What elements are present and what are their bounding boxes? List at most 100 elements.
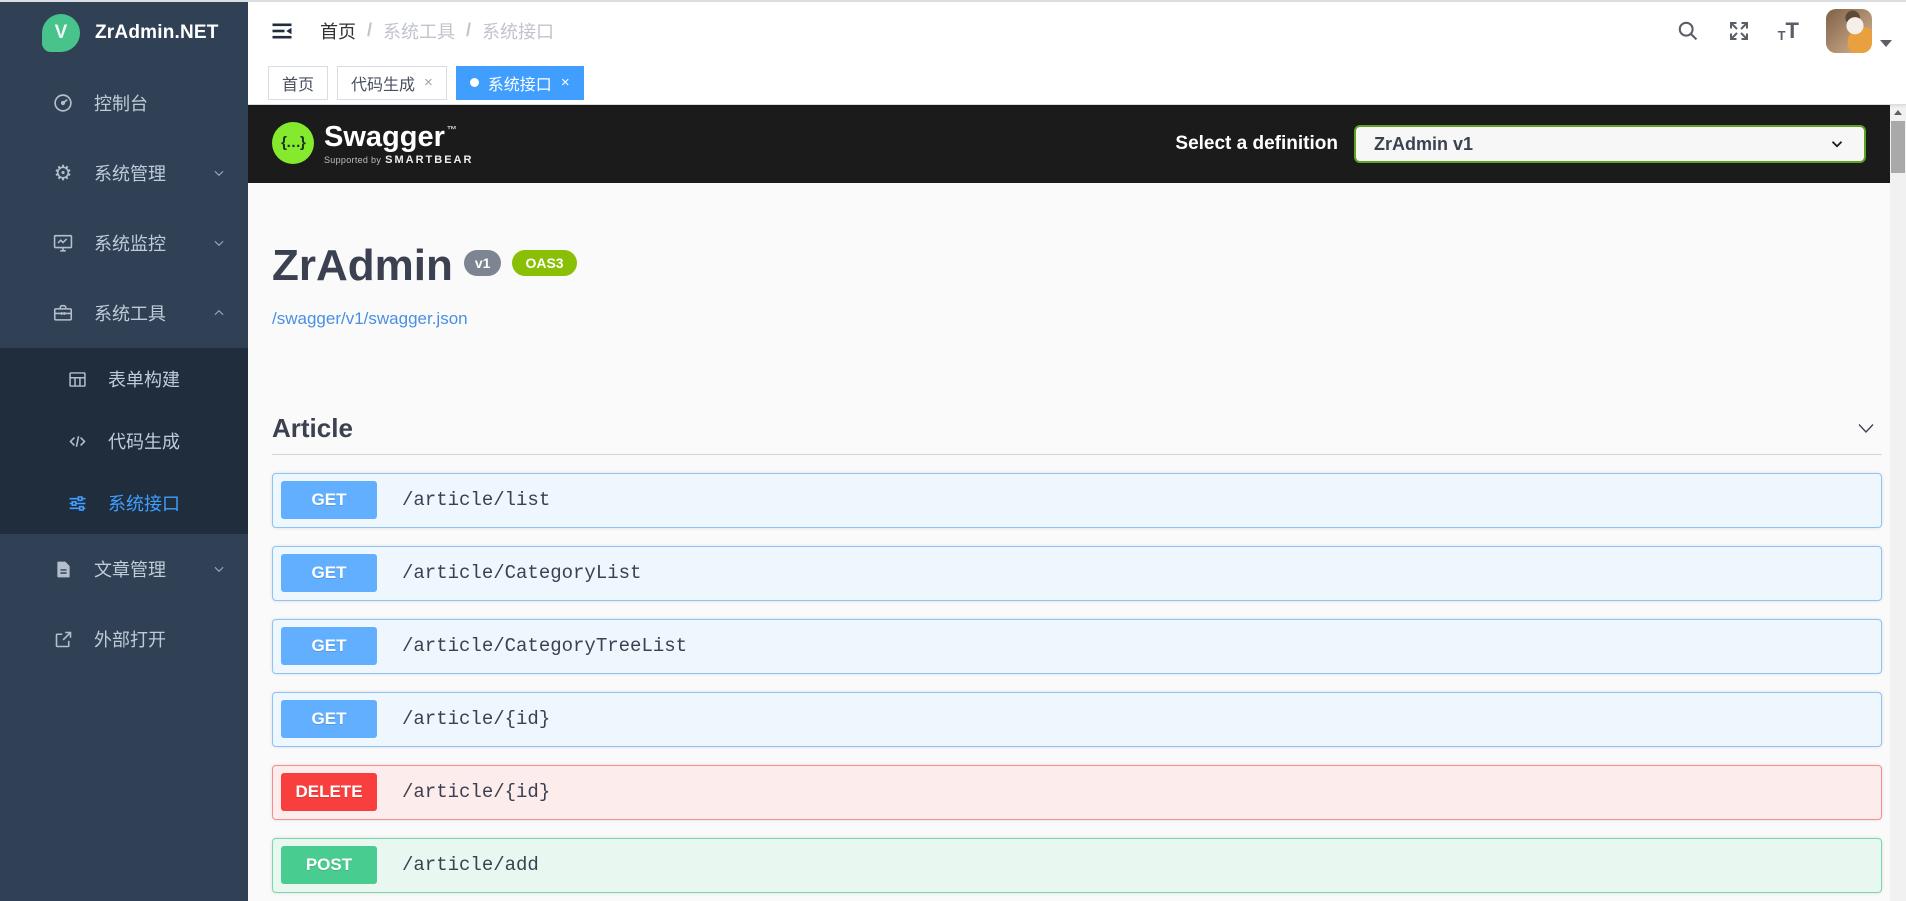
table-grid-icon bbox=[64, 369, 90, 390]
sidebar-item-label: 表单构建 bbox=[108, 370, 180, 390]
scrollbar-thumb[interactable] bbox=[1891, 121, 1905, 173]
app-logo: V ZrAdmin.NET bbox=[0, 0, 248, 66]
main-area: 首页 / 系统工具 / 系统接口 TT 首页 代码生成 × 系统接口 × {…}… bbox=[248, 0, 1906, 901]
user-menu[interactable] bbox=[1826, 8, 1892, 53]
font-size-icon[interactable]: TT bbox=[1778, 19, 1799, 42]
method-badge: GET bbox=[281, 481, 377, 520]
tab-system-api[interactable]: 系统接口 × bbox=[455, 65, 584, 100]
close-icon[interactable]: × bbox=[424, 75, 433, 90]
sidebar-collapse-icon[interactable] bbox=[266, 13, 306, 49]
endpoint-path: /article/{id} bbox=[402, 708, 551, 731]
search-icon[interactable] bbox=[1676, 19, 1700, 43]
section-header-article[interactable]: Article bbox=[272, 413, 1882, 455]
swagger-supported-by: Supported by SMARTBEAR bbox=[324, 154, 474, 167]
swagger-frame: {…} Swagger ™ Supported by SMARTBEAR Sele… bbox=[248, 105, 1906, 901]
caret-down-icon bbox=[1880, 39, 1892, 47]
endpoint-row[interactable]: GET /article/CategoryTreeList bbox=[272, 618, 1882, 674]
active-tab-dot bbox=[469, 78, 479, 87]
swagger-logo: {…} Swagger ™ Supported by SMARTBEAR bbox=[272, 120, 474, 167]
oas-badge: OAS3 bbox=[512, 250, 577, 276]
definition-select[interactable]: ZrAdmin v1 bbox=[1354, 125, 1866, 163]
user-avatar[interactable] bbox=[1826, 8, 1872, 53]
endpoint-path: /article/{id} bbox=[402, 781, 551, 804]
method-badge: GET bbox=[281, 700, 377, 739]
app-title: ZrAdmin.NET bbox=[95, 22, 219, 43]
endpoint-path: /article/CategoryList bbox=[402, 562, 642, 585]
sidebar-item-external-open[interactable]: 外部打开 bbox=[0, 604, 248, 674]
section-title: Article bbox=[272, 412, 353, 443]
sidebar-item-form-builder[interactable]: 表单构建 bbox=[0, 348, 248, 410]
dashboard-icon bbox=[50, 92, 76, 114]
definition-select-value: ZrAdmin v1 bbox=[1374, 133, 1474, 154]
sidebar-item-code-gen[interactable]: 代码生成 bbox=[0, 410, 248, 472]
breadcrumb-separator: / bbox=[466, 20, 472, 40]
app-logo-icon: V bbox=[42, 14, 80, 52]
endpoint-path: /article/add bbox=[402, 854, 539, 877]
trademark-symbol: ™ bbox=[446, 124, 457, 136]
sliders-icon bbox=[64, 493, 90, 514]
app-logo-letter: V bbox=[54, 22, 68, 43]
toolbox-icon bbox=[50, 302, 76, 324]
sidebar-item-dashboard[interactable]: 控制台 bbox=[0, 68, 248, 138]
sidebar-item-system-monitor[interactable]: 系统监控 bbox=[0, 208, 248, 278]
endpoint-row[interactable]: GET /article/{id} bbox=[272, 691, 1882, 747]
smartbear-brand: SMARTBEAR bbox=[385, 154, 474, 167]
tab-home[interactable]: 首页 bbox=[268, 65, 329, 100]
method-badge: DELETE bbox=[281, 773, 377, 812]
breadcrumb-system-tools: 系统工具 bbox=[383, 21, 456, 42]
breadcrumb-separator: / bbox=[367, 20, 373, 40]
endpoint-path: /article/CategoryTreeList bbox=[402, 635, 688, 658]
swagger-logo-text: Swagger ™ bbox=[324, 120, 457, 153]
sidebar-item-article-manage[interactable]: 文章管理 bbox=[0, 534, 248, 604]
chevron-up-icon bbox=[212, 306, 226, 320]
sidebar-item-system-api[interactable]: 系统接口 bbox=[0, 472, 248, 534]
definition-select-label: Select a definition bbox=[1175, 133, 1338, 154]
tab-label: 首页 bbox=[282, 76, 315, 94]
code-icon bbox=[64, 431, 90, 452]
vertical-scrollbar[interactable] bbox=[1890, 105, 1906, 901]
tab-code-gen[interactable]: 代码生成 × bbox=[337, 65, 447, 100]
sidebar-item-label: 控制台 bbox=[94, 94, 148, 114]
scroll-up-arrow-icon bbox=[1894, 110, 1902, 115]
window-top-edge bbox=[0, 0, 1906, 2]
definition-select-group: Select a definition ZrAdmin v1 bbox=[1175, 125, 1866, 163]
sidebar-submenu-system-tools: 表单构建 代码生成 系统接口 bbox=[0, 348, 248, 534]
sidebar-item-label: 系统接口 bbox=[108, 494, 180, 514]
chevron-down-icon bbox=[212, 166, 226, 180]
endpoint-row[interactable]: GET /article/CategoryList bbox=[272, 545, 1882, 601]
sidebar-item-label: 代码生成 bbox=[108, 432, 180, 452]
chevron-down-icon[interactable] bbox=[1854, 416, 1882, 440]
fullscreen-icon[interactable] bbox=[1727, 19, 1751, 43]
breadcrumb-system-api: 系统接口 bbox=[482, 21, 555, 42]
breadcrumb: 首页 / 系统工具 / 系统接口 bbox=[320, 18, 554, 44]
sidebar-menu: 控制台 ⚙ 系统管理 系统监控 系统工具 表单构建 代码生成 系统接口 文章管理… bbox=[0, 66, 248, 674]
sidebar-item-label: 文章管理 bbox=[94, 560, 166, 580]
tab-label: 代码生成 bbox=[351, 76, 416, 94]
version-badge: v1 bbox=[463, 250, 502, 276]
scrollbar-up-button[interactable] bbox=[1890, 105, 1906, 120]
sidebar-item-system-tools[interactable]: 系统工具 bbox=[0, 278, 248, 348]
swagger-logo-icon: {…} bbox=[272, 121, 314, 164]
method-badge: GET bbox=[281, 627, 377, 666]
sidebar-item-label: 系统管理 bbox=[94, 164, 166, 184]
chevron-down-icon bbox=[1828, 135, 1846, 153]
endpoint-row[interactable]: DELETE /article/{id} bbox=[272, 764, 1882, 820]
close-icon[interactable]: × bbox=[561, 75, 570, 90]
spec-json-link[interactable]: /swagger/v1/swagger.json bbox=[272, 309, 468, 329]
document-icon bbox=[50, 559, 76, 580]
sidebar-item-label: 系统工具 bbox=[94, 304, 166, 324]
tab-label: 系统接口 bbox=[487, 76, 552, 94]
monitor-icon bbox=[50, 232, 76, 254]
breadcrumb-home[interactable]: 首页 bbox=[320, 18, 356, 44]
endpoint-row[interactable]: GET /article/list bbox=[272, 472, 1882, 528]
endpoint-row[interactable]: POST /article/add bbox=[272, 837, 1882, 893]
swagger-body: ZrAdmin v1 OAS3 /swagger/v1/swagger.json… bbox=[248, 183, 1906, 893]
top-navbar: 首页 / 系统工具 / 系统接口 TT bbox=[248, 0, 1906, 61]
chevron-down-icon bbox=[212, 562, 226, 576]
sidebar: V ZrAdmin.NET 控制台 ⚙ 系统管理 系统监控 系统工具 表单构建 … bbox=[0, 0, 248, 901]
sidebar-item-system-manage[interactable]: ⚙ 系统管理 bbox=[0, 138, 248, 208]
sidebar-item-label: 外部打开 bbox=[94, 630, 166, 650]
navbar-actions: TT bbox=[1676, 8, 1892, 53]
external-link-icon bbox=[50, 629, 76, 650]
endpoint-path: /article/list bbox=[402, 489, 551, 512]
